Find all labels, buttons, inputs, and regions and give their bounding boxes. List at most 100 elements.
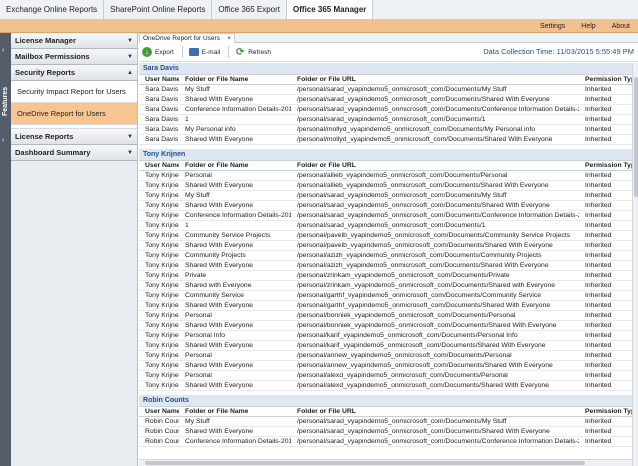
collapse-arrow-icon: ‹ xyxy=(2,137,5,144)
sidebar-section-mailbox-permissions[interactable]: Mailbox Permissions ▼ xyxy=(11,49,137,65)
collapse-arrow-icon: ‹ xyxy=(2,47,5,54)
table-row[interactable]: Tony Krijnen Private/personal/zrinkam_vya… xyxy=(139,271,632,281)
table-row[interactable]: Tony Krijnen Shared With Everyone/persona… xyxy=(139,201,632,211)
group-header[interactable]: Tony Krijnen xyxy=(139,149,632,161)
column-header-folder-or-file-url[interactable]: Folder or File URL xyxy=(291,408,579,415)
scrollbar-thumb[interactable] xyxy=(145,461,585,465)
column-header-permission-type[interactable]: Permission Type xyxy=(579,76,632,83)
vertical-scrollbar[interactable] xyxy=(632,63,638,466)
sidebar-section-label: License Manager xyxy=(15,36,76,45)
cell-folder-or-file-url: /personal/allieb_vyapindemo5_onmicrosoft… xyxy=(297,172,508,179)
table-row[interactable]: Tony Krijnen Personal/personal/alexd_vyap… xyxy=(139,371,632,381)
menu-about[interactable]: About xyxy=(604,23,638,30)
group-header[interactable]: Sara Davis xyxy=(139,63,632,75)
table-row[interactable]: Tony Krijnen 1/personal/sarad_vyapindemo5… xyxy=(139,221,632,231)
cell-folder-or-file-url: /personal/sarad_vyapindemo5_onmicrosoft_… xyxy=(297,438,579,445)
sidebar-item-onedrive-report[interactable]: OneDrive Report for Users xyxy=(11,103,137,125)
export-button[interactable]: ↓ Export xyxy=(142,47,174,57)
cell-permission-type: Inherited xyxy=(585,312,612,319)
table-row[interactable]: Sara Davis My Personal info/personal/moll… xyxy=(139,125,632,135)
table-row[interactable]: Tony Krijnen My Stuff/personal/sarad_vyap… xyxy=(139,191,632,201)
column-header-folder-or-file-url[interactable]: Folder or File URL xyxy=(291,162,579,169)
table-row[interactable]: Tony Krijnen Shared With Everyone/persona… xyxy=(139,261,632,271)
sidebar-item-security-impact-report[interactable]: Security Impact Report for Users xyxy=(11,81,137,103)
cell-user-name: Tony Krijnen xyxy=(145,172,179,179)
cell-folder-or-file-name: Conference Information Details-2015 xyxy=(185,106,291,113)
column-header-user-name[interactable]: User Name xyxy=(139,76,179,83)
cell-permission-type: Inherited xyxy=(585,292,612,299)
cell-permission-type: Inherited xyxy=(585,322,612,329)
table-row[interactable]: Robin Counts Conference Information Detai… xyxy=(139,437,632,447)
column-header-user-name[interactable]: User Name xyxy=(139,162,179,169)
sidebar-section-dashboard-summary[interactable]: Dashboard Summary ▼ xyxy=(11,145,137,161)
table-row[interactable]: Tony Krijnen Shared With Everyone/persona… xyxy=(139,361,632,371)
cell-folder-or-file-name: Personal xyxy=(185,312,212,319)
table-row[interactable]: Sara Davis 1/personal/sarad_vyapindemo5_o… xyxy=(139,115,632,125)
table-row[interactable]: Tony Krijnen Shared With Everyone/persona… xyxy=(139,301,632,311)
document-tab-bar: OneDrive Report for Users × xyxy=(139,33,638,43)
cell-folder-or-file-url: /personal/karif_vyapindemo5_onmicrosoft_… xyxy=(297,332,518,339)
cell-folder-or-file-name: Shared With Everyone xyxy=(185,428,254,435)
tab-exchange-online-reports[interactable]: Exchange Online Reports xyxy=(0,0,105,19)
email-icon xyxy=(188,48,199,56)
cell-permission-type: Inherited xyxy=(585,372,612,379)
tab-sharepoint-online-reports[interactable]: SharePoint Online Reports xyxy=(104,0,213,19)
table-row[interactable]: Tony Krijnen Conference Information Detai… xyxy=(139,211,632,221)
group-header[interactable]: Robin Counts xyxy=(139,395,632,407)
cell-user-name: Tony Krijnen xyxy=(145,272,179,279)
refresh-button[interactable]: ⟳ Refresh xyxy=(235,47,271,58)
tab-onedrive-report[interactable]: OneDrive Report for Users × xyxy=(139,33,235,43)
table-row[interactable]: Tony Krijnen Shared With Everyone/persona… xyxy=(139,181,632,191)
sidebar-section-security-reports[interactable]: Security Reports ▲ xyxy=(11,65,137,81)
column-header-folder-or-file-url[interactable]: Folder or File URL xyxy=(291,76,579,83)
table-row[interactable]: Sara Davis Conference Information Details… xyxy=(139,105,632,115)
table-row[interactable]: Tony Krijnen Shared With Everyone/persona… xyxy=(139,341,632,351)
export-icon: ↓ xyxy=(142,47,152,57)
sidebar-section-license-reports[interactable]: License Reports ▼ xyxy=(11,129,137,145)
table-row[interactable]: Tony Krijnen Community Service Projects/p… xyxy=(139,231,632,241)
table-row[interactable]: Tony Krijnen Personal Info/personal/karif… xyxy=(139,331,632,341)
table-row[interactable]: Tony Krijnen Personal/personal/bonniek_vy… xyxy=(139,311,632,321)
menu-help[interactable]: Help xyxy=(573,23,603,30)
cell-folder-or-file-url: /personal/karif_vyapindemo5_onmicrosoft_… xyxy=(297,342,546,349)
cell-permission-type: Inherited xyxy=(585,342,612,349)
table-row[interactable]: Tony Krijnen Community Service/personal/g… xyxy=(139,291,632,301)
toolbar-divider xyxy=(181,46,183,58)
table-row[interactable]: Tony Krijnen Shared With Everyone/persona… xyxy=(139,321,632,331)
cell-user-name: Sara Davis xyxy=(145,96,179,103)
column-header-folder-or-file-name[interactable]: Folder or File Name xyxy=(179,162,291,169)
table-row[interactable]: Robin Counts My Stuff/personal/sarad_vyap… xyxy=(139,417,632,427)
menu-settings[interactable]: Settings xyxy=(532,23,573,30)
close-icon[interactable]: × xyxy=(227,35,231,42)
table-row[interactable]: Robin Counts Shared With Everyone/persona… xyxy=(139,427,632,437)
export-label: Export xyxy=(155,48,174,56)
table-row[interactable]: Tony Krijnen Shared With Everyone/persona… xyxy=(139,381,632,391)
scrollbar-thumb[interactable] xyxy=(634,77,638,197)
email-button[interactable]: E-mail xyxy=(188,48,220,56)
column-header-folder-or-file-name[interactable]: Folder or File Name xyxy=(179,76,291,83)
tab-label: OneDrive Report for Users xyxy=(143,35,220,42)
sidebar-section-license-manager[interactable]: License Manager ▼ xyxy=(11,33,137,49)
column-header-user-name[interactable]: User Name xyxy=(139,408,179,415)
cell-folder-or-file-name: Personal xyxy=(185,352,212,359)
table-row[interactable]: Sara Davis My Stuff/personal/sarad_vyapin… xyxy=(139,85,632,95)
column-header-permission-type[interactable]: Permission Type xyxy=(579,162,632,169)
column-header-folder-or-file-name[interactable]: Folder or File Name xyxy=(179,408,291,415)
table-row[interactable]: Sara Davis Shared With Everyone/personal/… xyxy=(139,95,632,105)
table-row[interactable]: Sara Davis Shared With Everyone/personal/… xyxy=(139,135,632,145)
cell-folder-or-file-url: /personal/garthf_vyapindemo5_onmicrosoft… xyxy=(297,302,551,309)
cell-folder-or-file-url: /personal/sarad_vyapindemo5_onmicrosoft_… xyxy=(297,428,550,435)
features-panel-toggle[interactable]: ‹ Features ‹ xyxy=(0,33,11,466)
table-row[interactable]: Tony Krijnen Shared With Everyone/persona… xyxy=(139,241,632,251)
cell-folder-or-file-name: Shared With Everyone xyxy=(185,202,254,209)
table-row[interactable]: Tony Krijnen Personal/personal/allieb_vya… xyxy=(139,171,632,181)
cell-permission-type: Inherited xyxy=(585,182,612,189)
table-row[interactable]: Tony Krijnen Community Projects/personal/… xyxy=(139,251,632,261)
table-row[interactable]: Tony Krijnen Personal/personal/annew_vyap… xyxy=(139,351,632,361)
horizontal-scrollbar[interactable] xyxy=(139,459,632,466)
tab-office-365-export[interactable]: Office 365 Export xyxy=(212,0,288,19)
tab-office-365-manager[interactable]: Office 365 Manager xyxy=(287,0,374,19)
column-header-permission-type[interactable]: Permission Type xyxy=(579,408,632,415)
table-row[interactable]: Tony Krijnen Shared with Everyone/persona… xyxy=(139,281,632,291)
column-header-row: User Name Folder or File Name Folder or Fi… xyxy=(139,407,632,417)
